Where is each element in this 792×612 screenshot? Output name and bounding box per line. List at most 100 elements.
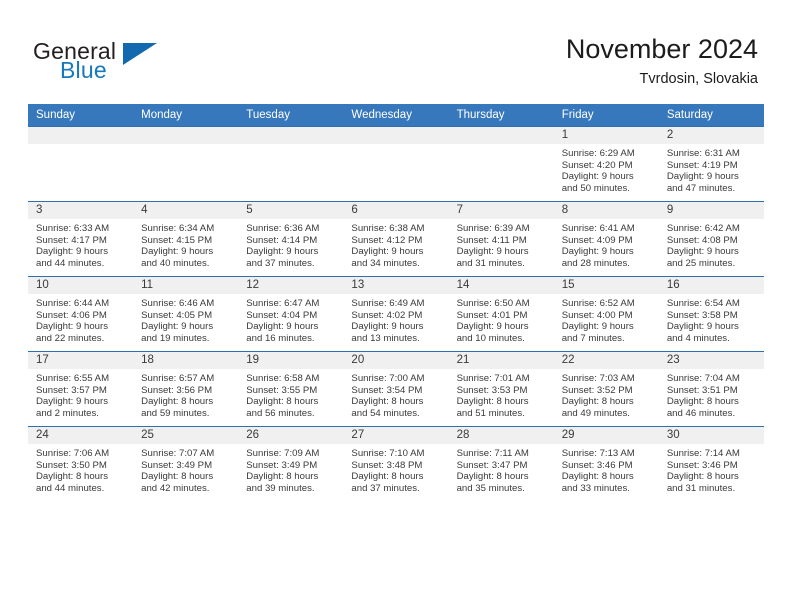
- calendar-day-cell[interactable]: 14 Sunrise: 6:50 AM Sunset: 4:01 PM Dayligh…: [448, 276, 554, 352]
- calendar-day-cell[interactable]: 10 Sunrise: 6:44 AM Sunset: 4:06 PM Dayligh…: [28, 276, 134, 352]
- day-number: 30: [658, 427, 764, 444]
- day-number: 26: [238, 427, 344, 444]
- day-cell-details: Sunrise: 7:01 AM Sunset: 3:53 PM Daylight:…: [449, 369, 554, 419]
- calendar-day-cell[interactable]: 20 Sunrise: 7:00 AM Sunset: 3:54 PM Dayligh…: [343, 351, 449, 427]
- day-number: 24: [28, 427, 134, 444]
- calendar-day-cell[interactable]: 19 Sunrise: 6:58 AM Sunset: 3:55 PM Dayligh…: [238, 351, 344, 427]
- calendar-day-cell[interactable]: 27 Sunrise: 7:10 AM Sunset: 3:48 PM Dayligh…: [343, 426, 449, 501]
- day-number: [343, 127, 449, 144]
- daylight-duration-line1: Daylight: 9 hours: [36, 246, 108, 258]
- day-cell-inner: 28 Sunrise: 7:11 AM Sunset: 3:47 PM Dayligh…: [448, 427, 554, 501]
- calendar-day-cell[interactable]: 6 Sunrise: 6:38 AM Sunset: 4:12 PM Daylight…: [343, 201, 449, 277]
- logo-text-blue: Blue: [60, 57, 107, 83]
- calendar-day-cell[interactable]: 12 Sunrise: 6:47 AM Sunset: 4:04 PM Dayligh…: [238, 276, 344, 352]
- day-number: 17: [28, 352, 134, 369]
- day-cell-inner: 7 Sunrise: 6:39 AM Sunset: 4:11 PM Daylight…: [448, 202, 554, 276]
- day-cell-details: Sunrise: 7:04 AM Sunset: 3:51 PM Daylight:…: [659, 369, 764, 419]
- day-number: 23: [658, 352, 764, 369]
- daylight-duration-line1: Daylight: 9 hours: [456, 246, 529, 258]
- sunrise-time: Sunrise: 6:52 AM: [561, 298, 635, 309]
- calendar-day-cell[interactable]: 22 Sunrise: 7:03 AM Sunset: 3:52 PM Dayligh…: [553, 351, 659, 427]
- daylight-duration-line1: Daylight: 8 hours: [561, 396, 634, 408]
- sunset-time: Sunset: 4:01 PM: [456, 309, 528, 321]
- sunset-time: Sunset: 3:55 PM: [246, 384, 318, 396]
- weekday-header-saturday: Saturday: [658, 104, 764, 127]
- day-cell-details: Sunrise: 7:14 AM Sunset: 3:46 PM Daylight:…: [659, 444, 764, 494]
- calendar-day-cell[interactable]: 11 Sunrise: 6:46 AM Sunset: 4:05 PM Dayligh…: [133, 276, 239, 352]
- daylight-duration-line1: Daylight: 8 hours: [561, 471, 634, 483]
- weekday-header-row: Sunday Monday Tuesday Wednesday Thursday…: [28, 104, 764, 127]
- daylight-duration-line1: Daylight: 9 hours: [561, 246, 634, 258]
- daylight-duration-line1: Daylight: 9 hours: [456, 321, 529, 333]
- daylight-duration-line2: and 28 minutes.: [561, 257, 630, 269]
- day-number: [238, 127, 344, 144]
- day-number: 19: [238, 352, 344, 369]
- sunrise-time: Sunrise: 7:06 AM: [36, 448, 110, 459]
- daylight-duration-line1: Daylight: 9 hours: [36, 321, 108, 333]
- day-cell-inner: 18 Sunrise: 6:57 AM Sunset: 3:56 PM Dayligh…: [133, 352, 239, 426]
- sunset-time: Sunset: 3:49 PM: [141, 459, 213, 471]
- daylight-duration-line2: and 7 minutes.: [561, 332, 625, 344]
- calendar-day-cell[interactable]: 8 Sunrise: 6:41 AM Sunset: 4:09 PM Daylight…: [553, 201, 659, 277]
- day-cell-inner: [133, 127, 239, 201]
- daylight-duration-line1: Daylight: 8 hours: [246, 471, 319, 483]
- calendar-day-cell[interactable]: 2 Sunrise: 6:31 AM Sunset: 4:19 PM Daylight…: [658, 126, 764, 202]
- day-cell-inner: 5 Sunrise: 6:36 AM Sunset: 4:14 PM Daylight…: [238, 202, 344, 276]
- calendar-day-cell-empty: [238, 126, 344, 202]
- calendar-day-cell[interactable]: 4 Sunrise: 6:34 AM Sunset: 4:15 PM Daylight…: [133, 201, 239, 277]
- sunset-time: Sunset: 4:12 PM: [351, 234, 423, 246]
- day-number: [448, 127, 554, 144]
- day-cell-inner: 26 Sunrise: 7:09 AM Sunset: 3:49 PM Dayligh…: [238, 427, 344, 501]
- day-cell-inner: 1 Sunrise: 6:29 AM Sunset: 4:20 PM Daylight…: [553, 127, 659, 201]
- weekday-header-monday: Monday: [133, 104, 239, 127]
- daylight-duration-line1: Daylight: 8 hours: [141, 396, 214, 408]
- calendar-day-cell[interactable]: 3 Sunrise: 6:33 AM Sunset: 4:17 PM Daylight…: [28, 201, 134, 277]
- calendar-day-cell[interactable]: 18 Sunrise: 6:57 AM Sunset: 3:56 PM Dayligh…: [133, 351, 239, 427]
- sunset-time: Sunset: 3:54 PM: [351, 384, 423, 396]
- sunrise-sunset-calendar: Sunday Monday Tuesday Wednesday Thursday…: [28, 104, 764, 501]
- calendar-day-cell[interactable]: 17 Sunrise: 6:55 AM Sunset: 3:57 PM Dayligh…: [28, 351, 134, 427]
- day-number: 12: [238, 277, 344, 294]
- sunrise-time: Sunrise: 7:14 AM: [666, 448, 740, 459]
- daylight-duration-line1: Daylight: 9 hours: [561, 171, 634, 183]
- calendar-day-cell-empty: [448, 126, 554, 202]
- calendar-day-cell[interactable]: 29 Sunrise: 7:13 AM Sunset: 3:46 PM Dayligh…: [553, 426, 659, 501]
- calendar-day-cell[interactable]: 30 Sunrise: 7:14 AM Sunset: 3:46 PM Dayligh…: [658, 426, 764, 501]
- sunrise-time: Sunrise: 6:31 AM: [666, 148, 740, 159]
- day-cell-details: Sunrise: 6:47 AM Sunset: 4:04 PM Daylight:…: [238, 294, 343, 344]
- day-cell-inner: 3 Sunrise: 6:33 AM Sunset: 4:17 PM Daylight…: [28, 202, 134, 276]
- calendar-week-row: 1 Sunrise: 6:29 AM Sunset: 4:20 PM Daylight…: [28, 126, 764, 202]
- day-number: 10: [28, 277, 134, 294]
- calendar-day-cell[interactable]: 24 Sunrise: 7:06 AM Sunset: 3:50 PM Dayligh…: [28, 426, 134, 501]
- sunrise-time: Sunrise: 6:39 AM: [456, 223, 530, 234]
- calendar-day-cell[interactable]: 28 Sunrise: 7:11 AM Sunset: 3:47 PM Dayligh…: [448, 426, 554, 501]
- sunrise-time: Sunrise: 6:57 AM: [141, 373, 215, 384]
- sunrise-time: Sunrise: 6:42 AM: [666, 223, 740, 234]
- calendar-day-cell[interactable]: 7 Sunrise: 6:39 AM Sunset: 4:11 PM Daylight…: [448, 201, 554, 277]
- generalblue-logo[interactable]: General Blue: [33, 38, 193, 86]
- daylight-duration-line2: and 31 minutes.: [456, 257, 525, 269]
- sunrise-time: Sunrise: 6:41 AM: [561, 223, 635, 234]
- day-cell-details: Sunrise: 7:00 AM Sunset: 3:54 PM Daylight:…: [343, 369, 448, 419]
- daylight-duration-line2: and 54 minutes.: [351, 407, 420, 419]
- calendar-day-cell[interactable]: 15 Sunrise: 6:52 AM Sunset: 4:00 PM Dayligh…: [553, 276, 659, 352]
- day-cell-inner: [28, 127, 134, 201]
- daylight-duration-line2: and 39 minutes.: [246, 482, 315, 494]
- sunrise-time: Sunrise: 7:07 AM: [141, 448, 215, 459]
- daylight-duration-line1: Daylight: 8 hours: [351, 396, 424, 408]
- day-cell-details: Sunrise: 6:52 AM Sunset: 4:00 PM Daylight:…: [554, 294, 659, 344]
- calendar-day-cell[interactable]: 23 Sunrise: 7:04 AM Sunset: 3:51 PM Dayligh…: [658, 351, 764, 427]
- sunrise-time: Sunrise: 7:04 AM: [666, 373, 740, 384]
- sunrise-time: Sunrise: 7:01 AM: [456, 373, 530, 384]
- day-cell-details: Sunrise: 6:49 AM Sunset: 4:02 PM Daylight:…: [343, 294, 448, 344]
- calendar-day-cell[interactable]: 5 Sunrise: 6:36 AM Sunset: 4:14 PM Daylight…: [238, 201, 344, 277]
- calendar-day-cell[interactable]: 13 Sunrise: 6:49 AM Sunset: 4:02 PM Dayligh…: [343, 276, 449, 352]
- calendar-day-cell[interactable]: 9 Sunrise: 6:42 AM Sunset: 4:08 PM Daylight…: [658, 201, 764, 277]
- calendar-day-cell[interactable]: 1 Sunrise: 6:29 AM Sunset: 4:20 PM Daylight…: [553, 126, 659, 202]
- sunrise-time: Sunrise: 7:00 AM: [351, 373, 425, 384]
- calendar-day-cell[interactable]: 25 Sunrise: 7:07 AM Sunset: 3:49 PM Dayligh…: [133, 426, 239, 501]
- calendar-day-cell[interactable]: 21 Sunrise: 7:01 AM Sunset: 3:53 PM Dayligh…: [448, 351, 554, 427]
- calendar-day-cell[interactable]: 26 Sunrise: 7:09 AM Sunset: 3:49 PM Dayligh…: [238, 426, 344, 501]
- daylight-duration-line2: and 59 minutes.: [141, 407, 210, 419]
- calendar-day-cell[interactable]: 16 Sunrise: 6:54 AM Sunset: 3:58 PM Dayligh…: [658, 276, 764, 352]
